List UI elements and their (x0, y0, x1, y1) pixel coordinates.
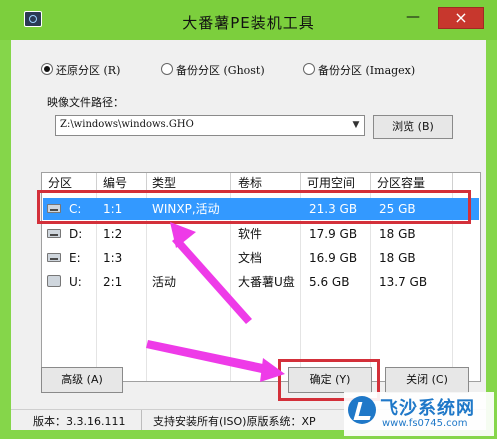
cell-drive: C: (69, 202, 82, 216)
cell-drive: D: (69, 227, 83, 241)
cell-label: 软件 (238, 227, 263, 241)
column-header-type[interactable]: 类型 (152, 173, 176, 193)
watermark-title: 飞沙系统网 (380, 398, 475, 419)
column-header-capacity[interactable]: 分区容量 (377, 173, 425, 193)
cell-drive: E: (69, 251, 81, 265)
cell-capacity: 18 GB (379, 251, 416, 265)
cell-free: 21.3 GB (309, 202, 358, 216)
minimize-button[interactable]: — (400, 7, 426, 29)
column-separator (230, 173, 231, 193)
app-window: 大番薯PE装机工具 — × 还原分区 (R) 备份分区 (Ghost) 备份分区… (0, 0, 497, 439)
column-header-free[interactable]: 可用空间 (307, 173, 355, 193)
usb-drive-icon (47, 275, 61, 287)
partition-table[interactable]: 分区 编号 类型 卷标 可用空间 分区容量 C: 1:1 WINXP,活动 21… (41, 172, 481, 382)
cell-number: 1:2 (103, 227, 123, 241)
cell-drive: U: (69, 275, 82, 289)
ok-button[interactable]: 确定 (Y) (288, 367, 372, 393)
browse-button[interactable]: 浏览 (B) (373, 115, 453, 139)
disk-icon (47, 204, 61, 213)
column-header-number[interactable]: 编号 (103, 173, 127, 193)
column-separator (146, 173, 147, 193)
cell-number: 1:3 (103, 251, 123, 265)
cell-free: 17.9 GB (309, 227, 358, 241)
table-row-c[interactable]: C: 1:1 WINXP,活动 21.3 GB 25 GB (43, 198, 479, 220)
disk-icon (47, 253, 61, 262)
radio-backup-ghost-label: 备份分区 (Ghost) (176, 64, 265, 77)
disk-icon (47, 229, 61, 238)
watermark-url: www.fs0745.com (382, 418, 468, 429)
image-path-label: 映像文件路径： (47, 96, 124, 109)
column-header-partition[interactable]: 分区 (48, 173, 72, 193)
advanced-button[interactable]: 高级 (A) (41, 367, 123, 393)
cell-free: 16.9 GB (309, 251, 358, 265)
cell-capacity: 25 GB (379, 202, 416, 216)
column-separator (96, 173, 97, 193)
radio-backup-ghost-indicator[interactable] (161, 63, 173, 75)
cell-number: 2:1 (103, 275, 123, 289)
column-header-label[interactable]: 卷标 (238, 173, 262, 193)
column-separator (452, 173, 453, 193)
cell-type: 活动 (152, 275, 177, 289)
cell-free: 5.6 GB (309, 275, 350, 289)
site-logo-icon (348, 396, 376, 424)
cell-capacity: 18 GB (379, 227, 416, 241)
table-row-u[interactable]: U: 2:1 活动 大番薯U盘 5.6 GB 13.7 GB (43, 271, 479, 293)
radio-restore-label: 还原分区 (R) (56, 64, 121, 77)
site-watermark: 飞沙系统网 www.fs0745.com (344, 392, 494, 436)
main-panel: 还原分区 (R) 备份分区 (Ghost) 备份分区 (Imagex) 映像文件… (11, 40, 486, 430)
title-bar[interactable]: 大番薯PE装机工具 — × (0, 0, 497, 40)
table-row-e[interactable]: E: 1:3 文档 16.9 GB 18 GB (43, 247, 479, 269)
cell-label: 大番薯U盘 (238, 275, 295, 289)
radio-backup-imagex-indicator[interactable] (303, 63, 315, 75)
radio-backup-imagex-label: 备份分区 (Imagex) (318, 64, 416, 77)
cell-capacity: 13.7 GB (379, 275, 428, 289)
image-path-value: Z:\windows\windows.GHO (60, 119, 194, 130)
version-text: 版本：3.3.16.111 (33, 415, 126, 428)
dropdown-arrow-icon[interactable]: ▼ (348, 116, 364, 135)
support-text: 支持安装所有(ISO)原版系统：XP (153, 415, 316, 428)
cell-number: 1:1 (103, 202, 123, 216)
image-path-combobox[interactable]: Z:\windows\windows.GHO ▼ (55, 115, 365, 136)
table-row-d[interactable]: D: 1:2 软件 17.9 GB 18 GB (43, 223, 479, 245)
close-button[interactable]: 关闭 (C) (385, 367, 469, 393)
column-separator (370, 173, 371, 193)
radio-restore-indicator[interactable] (41, 63, 53, 75)
column-separator (300, 173, 301, 193)
cell-type: WINXP,活动 (152, 202, 220, 216)
cell-label: 文档 (238, 251, 263, 265)
close-window-button[interactable]: × (438, 7, 484, 29)
status-separator (141, 410, 142, 430)
